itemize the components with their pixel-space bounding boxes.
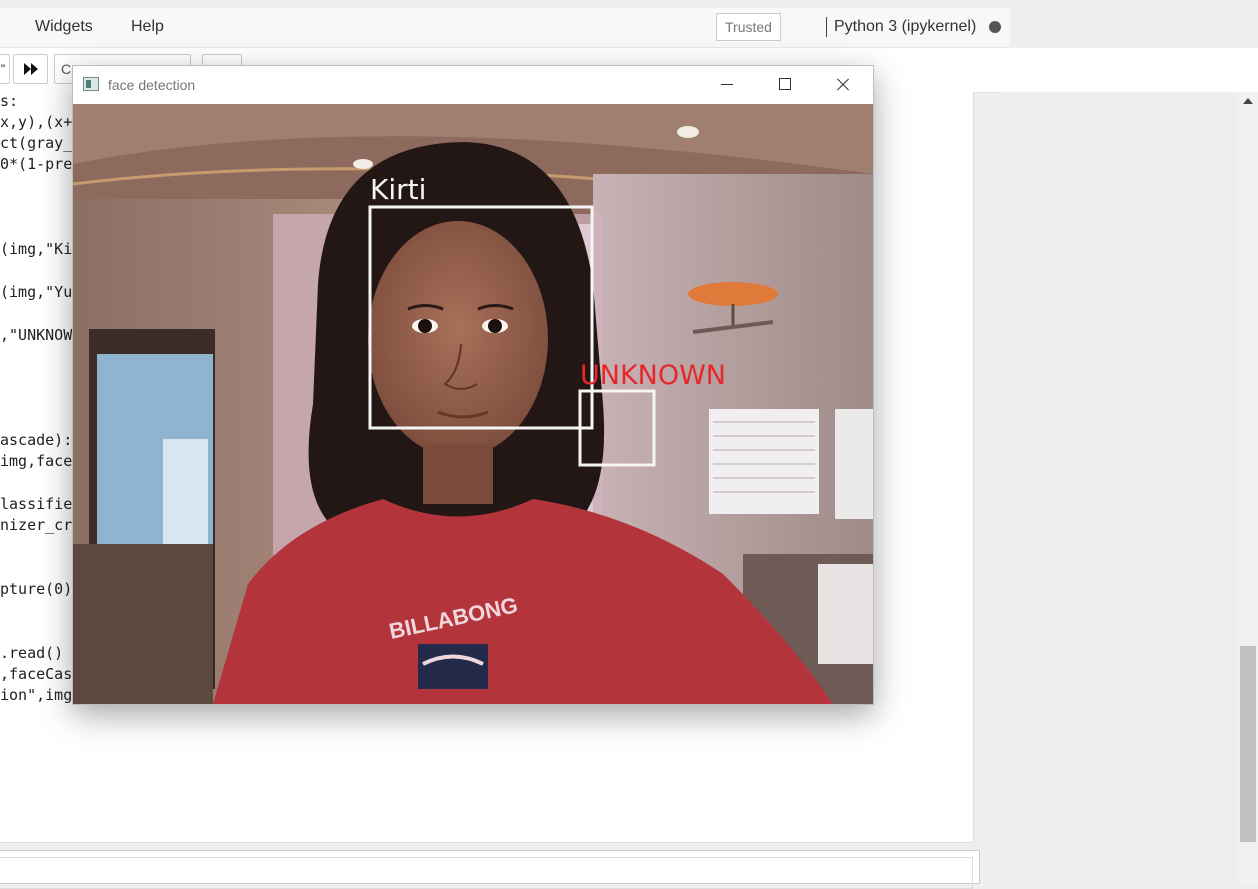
scrollbar-thumb[interactable] — [1240, 646, 1256, 842]
code-line[interactable]: ascade): — [0, 431, 72, 449]
quote-icon: " — [0, 62, 6, 76]
code-line[interactable]: ,"UNKNOW — [0, 326, 72, 344]
next-cell[interactable] — [0, 850, 980, 889]
code-line[interactable]: (img,"Ki — [0, 240, 72, 258]
code-line[interactable]: ion",img, — [0, 686, 81, 704]
code-line[interactable]: img,face — [0, 452, 72, 470]
face — [368, 221, 548, 457]
fast-forward-icon — [23, 63, 38, 75]
window — [709, 409, 819, 514]
code-line[interactable]: (img,"Yu — [0, 283, 72, 301]
code-line[interactable]: pture(0) — [0, 580, 72, 598]
toolbar-button-partial[interactable]: " — [0, 54, 10, 84]
code-line[interactable]: 0*(1-pre — [0, 155, 72, 173]
menu-widgets[interactable]: Widgets — [35, 18, 93, 36]
code-line[interactable]: ct(gray_ — [0, 134, 72, 152]
trusted-badge[interactable]: Trusted — [716, 13, 781, 41]
camera-frame: BILLABONG Kirti UNKNOWN — [73, 104, 873, 704]
code-line[interactable]: s: — [0, 92, 18, 110]
webcam-image: BILLABONG Kirti UNKNOWN — [73, 104, 873, 704]
detection-label-unknown: UNKNOWN — [580, 360, 726, 391]
minimize-icon[interactable] — [697, 66, 755, 104]
page-gutter — [1000, 92, 1238, 884]
vertical-scrollbar[interactable] — [1238, 92, 1258, 884]
kernel-separator — [826, 17, 827, 37]
code-line[interactable]: lassifie — [0, 495, 72, 513]
menu-help[interactable]: Help — [131, 18, 164, 36]
code-text: x,y),(x+ — [0, 113, 73, 131]
detection-label-kirti: Kirti — [370, 173, 426, 206]
code-line[interactable]: x,y),(x+ — [0, 113, 72, 131]
code-line[interactable]: .read() — [0, 644, 63, 662]
run-all-button[interactable] — [13, 54, 48, 84]
face-detection-window[interactable]: face detection BILLABONG Kirti UNKNOWN — [72, 65, 874, 705]
kernel-name[interactable]: Python 3 (ipykernel) — [834, 18, 976, 36]
code-line[interactable]: ,faceCas — [0, 665, 72, 683]
code-line[interactable]: nizer_cr — [0, 516, 72, 534]
kernel-status-icon — [989, 21, 1001, 33]
ceiling-fan — [688, 282, 778, 306]
scroll-up-icon[interactable] — [1243, 98, 1253, 104]
window-title: face detection — [108, 77, 196, 93]
opencv-window-icon — [83, 77, 99, 91]
next-cell-input[interactable] — [0, 857, 973, 889]
menubar: Widgets Help Trusted Python 3 (ipykernel… — [0, 8, 1010, 48]
window-titlebar[interactable]: face detection — [73, 66, 873, 104]
close-icon[interactable] — [813, 66, 871, 104]
maximize-icon[interactable] — [755, 66, 813, 104]
